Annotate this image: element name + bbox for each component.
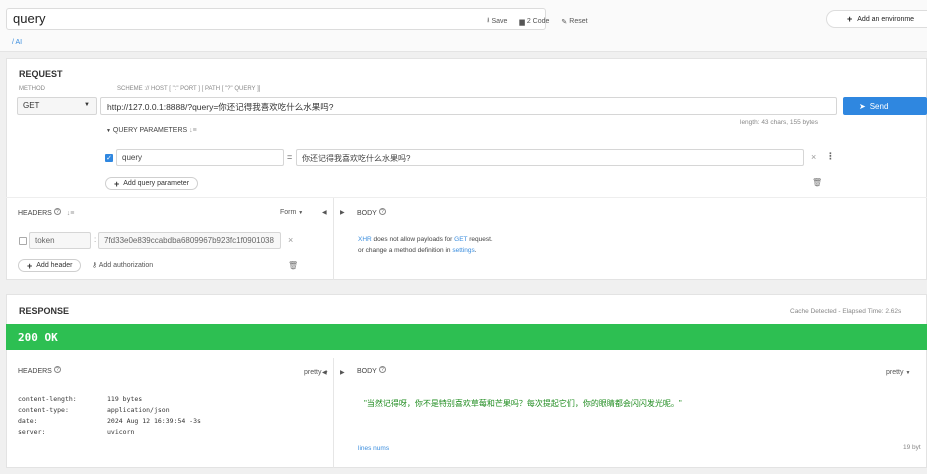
colon-separator: : [94,235,97,244]
query-params-toggle[interactable]: ▼ QUERY PARAMETERS ↓≡ [106,127,197,134]
header-row: content-length: 119 bytes [18,395,143,403]
add-authorization-label: Add authorization [98,262,154,269]
xhr-link[interactable]: XHR [358,236,372,243]
paper-plane-icon: ➤ [859,101,866,111]
pretty-label: pretty [886,369,904,376]
code-button[interactable]: ▆ 2 Code [519,16,549,27]
method-label: METHOD [19,86,45,92]
header-enabled-checkbox[interactable] [19,237,27,245]
eraser-icon: ✎ [561,18,568,26]
request-name-input[interactable]: query [6,8,546,30]
header-row: server: uvicorn [18,428,135,436]
settings-link[interactable]: settings [452,247,474,254]
reset-label: Reset [569,18,588,25]
key-icon: ⚷ [92,262,98,269]
send-label: Send [869,101,889,111]
add-environment-label: Add an environme [857,15,915,23]
sort-icon: ↓≡ [66,210,75,217]
divider [6,197,927,198]
save-button[interactable]: ⭳ Save [487,16,507,27]
add-authorization-button[interactable]: ⚷ Add authorization [92,261,153,269]
more-options-icon[interactable]: ⋮ [826,151,835,162]
plus-icon: + [847,14,853,24]
query-params-label: QUERY PARAMETERS [112,127,188,134]
lines-nums-toggle[interactable]: lines nums [358,445,389,452]
collapse-right-icon[interactable]: ▶ [340,209,345,216]
trash-icon[interactable]: 🗑 [288,261,298,270]
caret-down-icon: ▼ [106,128,111,134]
response-title: RESPONSE [19,306,70,316]
status-badge: 200 OK [6,324,927,350]
info-icon: ? [378,366,386,373]
add-query-parameter-label: Add query parameter [123,180,190,187]
header-row: content-type: application/json [18,406,170,414]
equals-sign: = [287,152,293,162]
url-input[interactable]: http://127.0.0.1:8888/?query=你还记得我喜欢吃什么水… [100,97,837,115]
pretty-label: pretty [304,369,322,376]
response-size: 19 byt [903,444,921,451]
response-body-text: "当然记得呀，你不是特别喜欢草莓和芒果吗？每次提起它们，你的眼睛都会闪闪发光呢。… [364,399,682,408]
header-row: date: 2024 Aug 12 16:39:54 -3s [18,417,201,425]
request-title: REQUEST [19,69,63,79]
form-mode-select[interactable]: Form ▼ [280,209,303,216]
code-icon: ▆ [519,18,525,26]
remove-param-icon[interactable]: × [811,152,816,162]
response-headers-list: content-length: 119 bytes content-type: ap… [18,394,201,438]
pane-divider[interactable] [333,198,334,280]
header-value-input[interactable]: 7fd33e0e839ccabdba6809967b923fc1f0901038 [98,232,281,249]
response-headers-label: HEADERS? [18,366,61,375]
method-value: GET [23,101,40,110]
add-header-button[interactable]: + Add header [18,259,82,272]
chevron-down-icon: ▼ [84,102,90,108]
body-label: BODY? [357,208,386,217]
form-label: Form [280,209,297,216]
param-name-input[interactable]: query [116,149,284,166]
collapse-left-icon[interactable]: ◀ [322,369,327,376]
remove-header-icon[interactable]: × [288,235,293,245]
method-select[interactable]: GET ▼ [17,97,97,115]
add-header-label: Add header [36,262,73,269]
get-link[interactable]: GET [454,236,467,243]
sort-icon[interactable]: ↓≡ [189,127,197,134]
chevron-down-icon: ▼ [298,210,304,216]
top-actions: ⭳ Save ▆ 2 Code ✎ Reset [487,16,588,27]
body-format-select[interactable]: pretty ▼ [886,369,910,376]
response-body-label: BODY? [357,366,386,375]
body-message: XHR does not allow payloads for GET requ… [358,236,493,254]
info-icon: ? [378,208,386,215]
add-environment-button[interactable]: + Add an environme [826,10,927,28]
collapse-right-icon[interactable]: ▶ [340,369,345,376]
trash-icon[interactable]: 🗑 [812,178,822,187]
breadcrumb[interactable]: / AI [12,39,22,46]
scheme-label: SCHEME :// HOST [ ":" PORT ] [ PATH [ "?… [117,86,261,92]
url-length: length: 43 chars, 155 bytes [740,119,819,126]
reset-button[interactable]: ✎ Reset [561,16,587,27]
info-icon: ? [53,366,61,373]
param-value-input[interactable]: 你还记得我喜欢吃什么水果吗? [296,149,804,166]
response-panel [6,294,927,468]
info-icon: ? [53,208,61,215]
add-query-parameter-button[interactable]: + Add query parameter [105,177,199,190]
save-icon: ⭳ [487,17,490,24]
plus-icon: + [114,178,120,189]
pane-divider[interactable] [333,358,334,468]
save-label: Save [491,18,508,25]
headers-label: HEADERS? ↓≡ [18,208,75,217]
param-enabled-checkbox[interactable]: ✓ [105,154,113,162]
chevron-down-icon: ▼ [905,370,911,376]
code-label: 2 Code [526,18,550,25]
send-button[interactable]: ➤ Send [843,97,927,115]
collapse-left-icon[interactable]: ◀ [322,209,327,216]
elapsed-time: Cache Detected - Elapsed Time: 2.62s [790,308,902,315]
plus-icon: + [27,260,33,271]
header-name-input[interactable]: token [29,232,91,249]
